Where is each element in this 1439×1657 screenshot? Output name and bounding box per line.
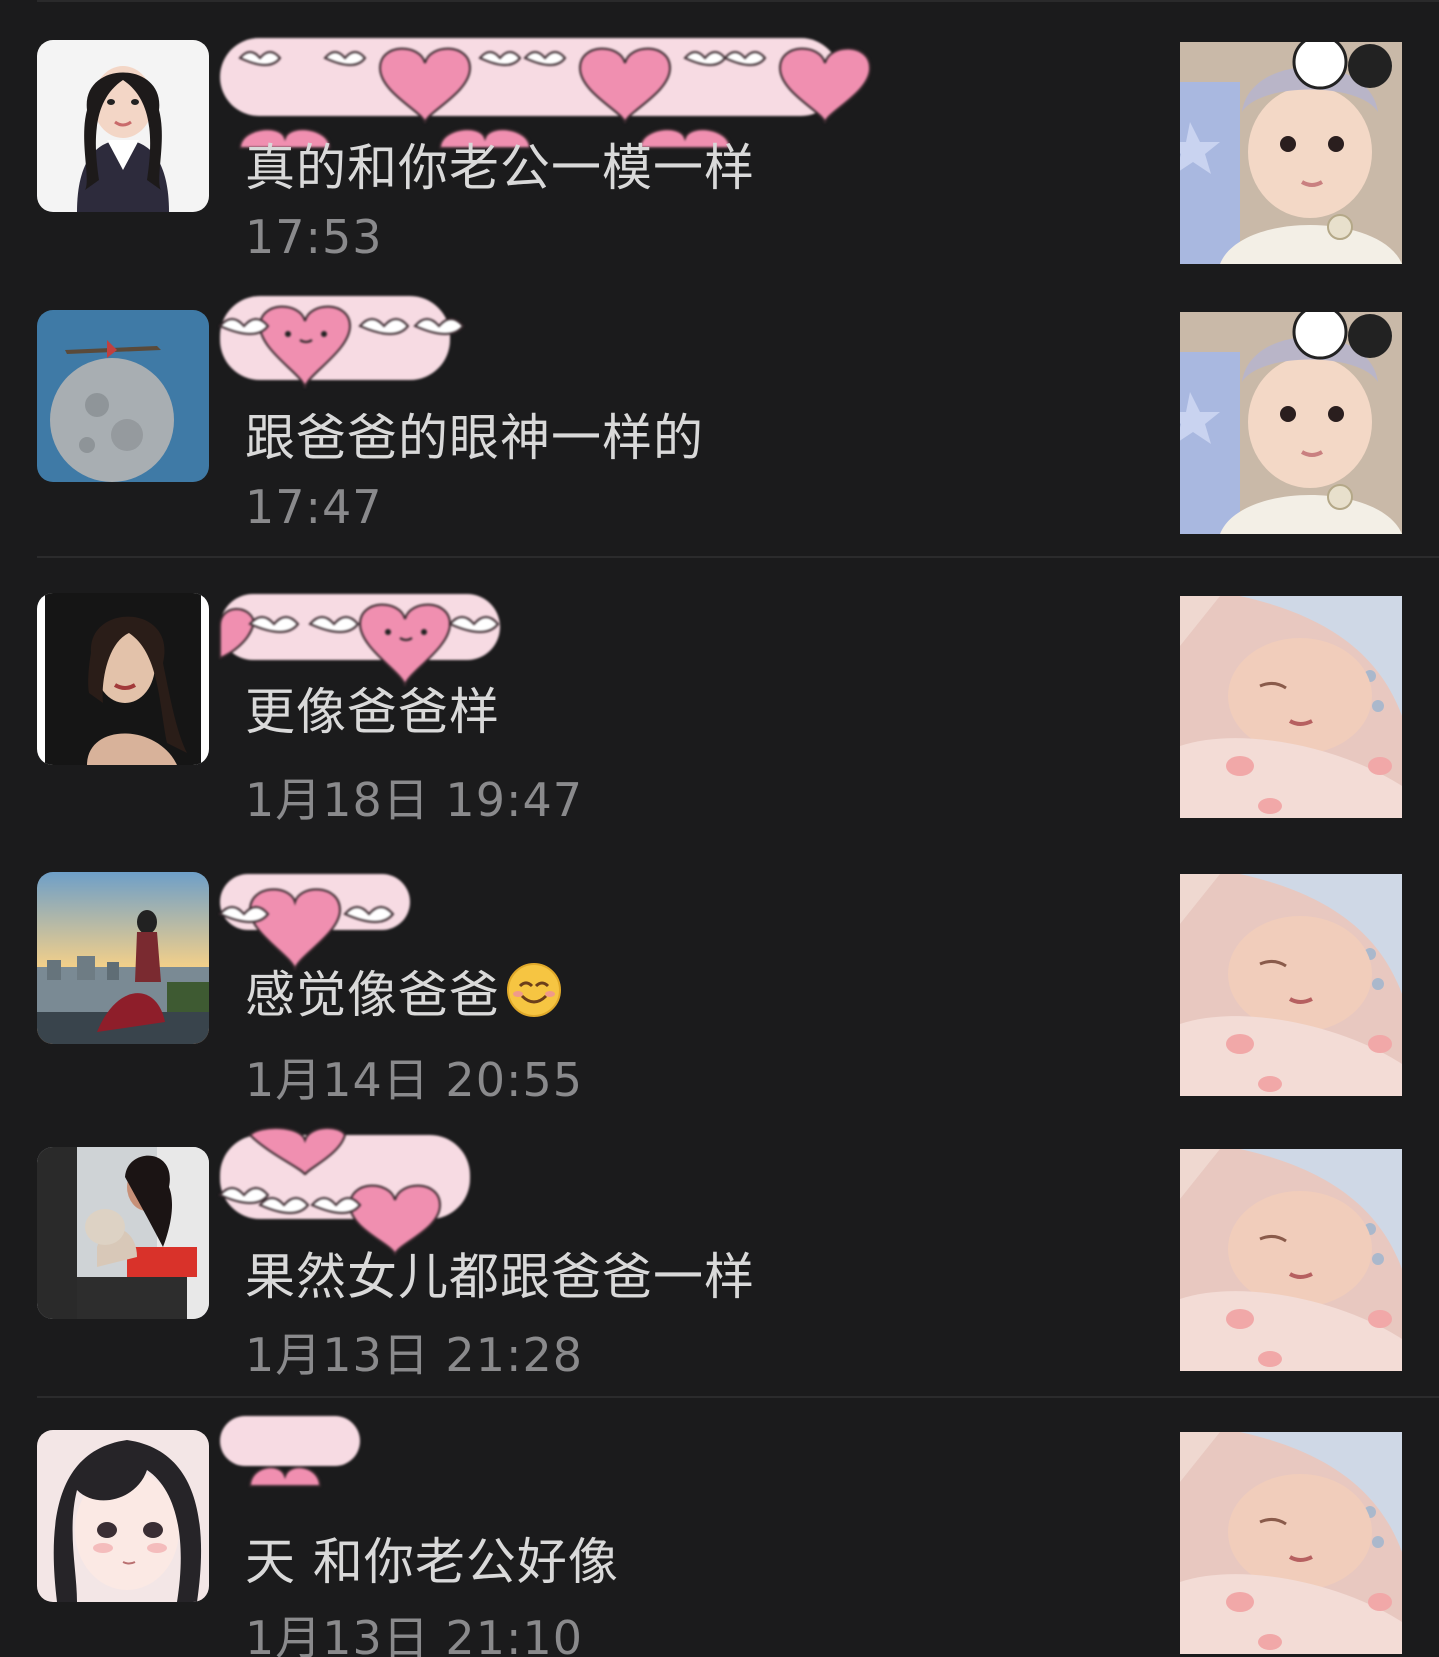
name-hidden-sticker [220, 38, 872, 149]
moon-plane-avatar[interactable] [37, 310, 209, 482]
comment-time: 1月13日 21:10 [245, 1611, 583, 1657]
comment-text: 跟爸爸的眼神一样的 [245, 409, 704, 467]
comment-list: 真的和你老公一模一样 17:53 跟爸爸的眼神一样的 17:47 更像爸爸样 1… [0, 0, 1439, 1657]
baby-headband-photo[interactable] [1180, 312, 1402, 534]
smile-emoji-icon [506, 962, 562, 1018]
name-hidden-sticker [220, 1416, 360, 1487]
list-item[interactable]: 天 和你老公好像 1月13日 21:10 [0, 1400, 1439, 1657]
list-item[interactable]: 感觉像爸爸 1月14日 20:55 [0, 840, 1439, 1110]
comment-text: 感觉像爸爸 [245, 955, 562, 1027]
comment-text: 果然女儿都跟爸爸一样 [245, 1248, 755, 1306]
comment-text: 真的和你老公一模一样 [245, 139, 755, 197]
name-hidden-sticker [218, 296, 465, 389]
list-item[interactable]: 更像爸爸样 1月18日 19:47 [0, 560, 1439, 830]
sleeping-baby-photo[interactable] [1180, 874, 1402, 1096]
name-hidden-sticker [218, 1127, 470, 1256]
sleeping-baby-photo[interactable] [1180, 1432, 1402, 1654]
name-hidden-sticker [218, 874, 410, 971]
list-item[interactable]: 果然女儿都跟爸爸一样 1月13日 21:28 [0, 1115, 1439, 1385]
woman-cat-avatar[interactable] [37, 1147, 209, 1319]
comment-text: 天 和你老公好像 [245, 1533, 619, 1591]
city-sunset-avatar[interactable] [37, 872, 209, 1044]
comment-text-body: 感觉像爸爸 [245, 966, 500, 1024]
sleeping-baby-photo[interactable] [1180, 1149, 1402, 1371]
name-hidden-sticker [219, 594, 500, 687]
comment-time: 17:53 [245, 210, 383, 264]
baby-headband-photo[interactable] [1180, 42, 1402, 264]
list-item[interactable]: 真的和你老公一模一样 17:53 [0, 0, 1439, 265]
woman-portrait-avatar[interactable] [37, 40, 209, 212]
divider [37, 556, 1439, 558]
sleeping-baby-photo[interactable] [1180, 596, 1402, 818]
comment-text: 更像爸爸样 [245, 683, 500, 741]
divider [37, 1396, 1439, 1398]
comment-time: 1月14日 20:55 [245, 1053, 583, 1107]
anime-girl-avatar[interactable] [37, 1430, 209, 1602]
comment-time: 1月13日 21:28 [245, 1328, 583, 1382]
comment-time: 1月18日 19:47 [245, 773, 583, 827]
comment-time: 17:47 [245, 480, 383, 534]
list-item[interactable]: 跟爸爸的眼神一样的 17:47 [0, 270, 1439, 534]
woman-dark-avatar[interactable] [37, 593, 209, 765]
